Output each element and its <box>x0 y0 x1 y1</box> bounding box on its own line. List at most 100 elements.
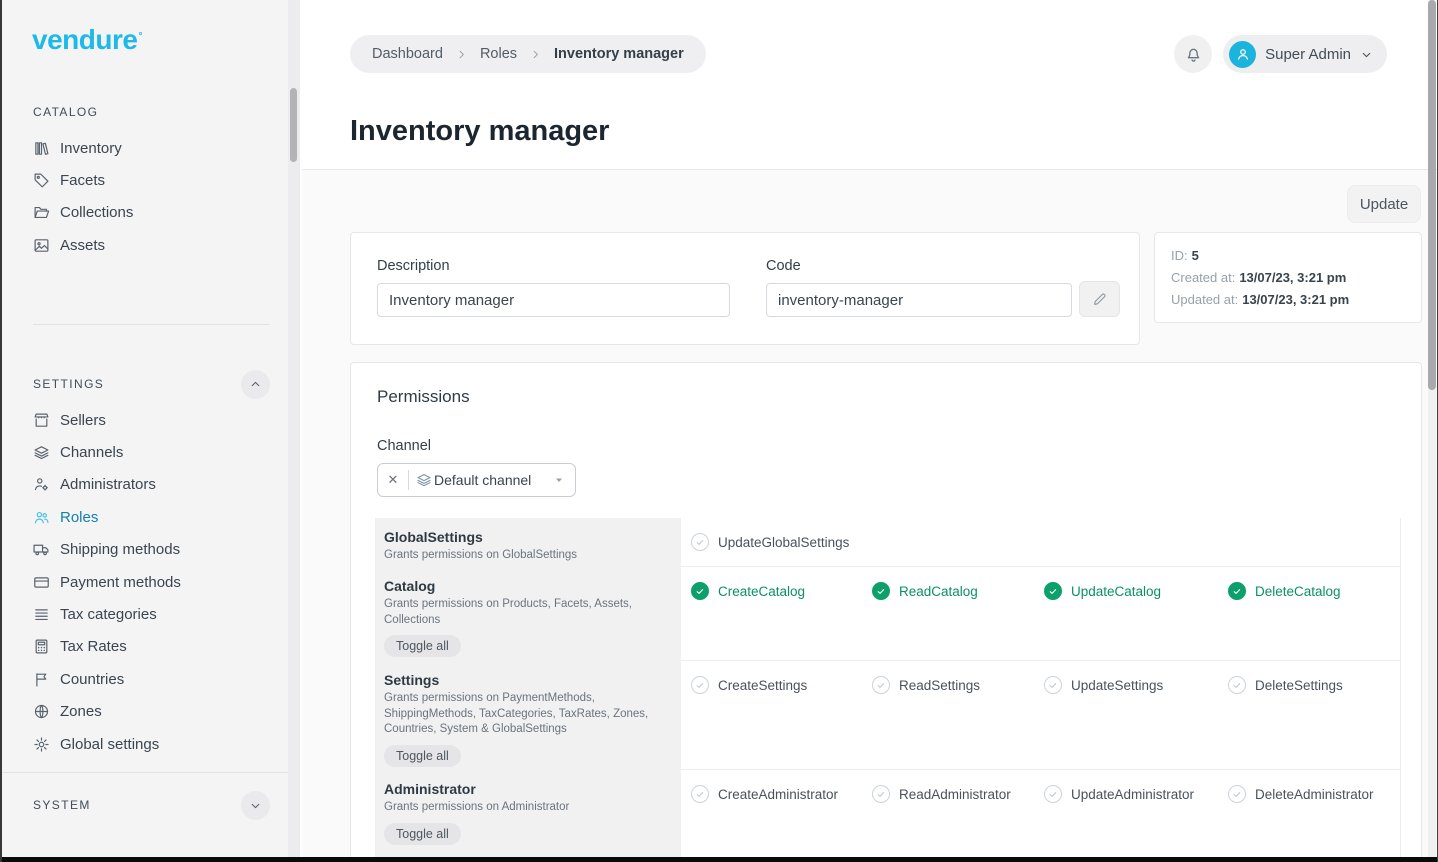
permission-updatecatalog[interactable]: UpdateCatalog <box>1044 581 1228 601</box>
sidebar-item-payment-methods[interactable]: Payment methods <box>2 566 288 598</box>
sidebar-item-shipping-methods[interactable]: Shipping methods <box>2 534 288 566</box>
sidebar-divider <box>2 772 300 773</box>
avatar <box>1229 41 1256 68</box>
sidebar-item-label: Zones <box>60 703 102 720</box>
vendure-logo[interactable]: vendure° <box>32 24 142 56</box>
channel-value: Default channel <box>434 472 531 488</box>
sidebar-item-administrators[interactable]: Administrators <box>2 469 288 501</box>
sidebar-item-inventory[interactable]: Inventory <box>2 132 288 164</box>
sidebar-item-tax-categories[interactable]: Tax categories <box>2 598 288 630</box>
permission-createcatalog[interactable]: CreateCatalog <box>691 581 872 601</box>
sidebar-item-collections[interactable]: Collections <box>2 197 288 229</box>
check-circle-icon <box>691 785 709 803</box>
edit-code-button[interactable] <box>1079 281 1120 317</box>
permission-updateadministrator[interactable]: UpdateAdministrator <box>1044 784 1228 804</box>
catalog-nav-list: Inventory Facets Collections Assets <box>2 132 288 262</box>
toggle-all-button[interactable]: Toggle all <box>384 635 461 657</box>
chevron-right-icon <box>456 49 467 60</box>
top-bar: Dashboard Roles Inventory manager Super … <box>302 0 1438 170</box>
sidebar-item-label: Tax Rates <box>60 638 127 655</box>
sidebar-scrollbar-thumb[interactable] <box>290 88 297 162</box>
permission-createsettings[interactable]: CreateSettings <box>691 675 872 695</box>
sidebar-item-label: Sellers <box>60 412 106 429</box>
tag-icon <box>33 172 50 189</box>
check-circle-icon <box>691 533 709 551</box>
permission-group-catalog: Catalog Grants permissions on Products, … <box>375 567 1400 661</box>
page-content: Update Description Code <box>302 170 1438 857</box>
sidebar-item-facets[interactable]: Facets <box>2 164 288 196</box>
permission-createadministrator[interactable]: CreateAdministrator <box>691 784 872 804</box>
permission-deletesettings[interactable]: DeleteSettings <box>1228 675 1400 695</box>
breadcrumb-roles[interactable]: Roles <box>480 46 517 62</box>
topbar-actions: Super Admin <box>1174 35 1387 73</box>
remove-channel-button[interactable]: ✕ <box>378 472 408 488</box>
sidebar-item-label: Shipping methods <box>60 541 180 558</box>
sidebar-item-assets[interactable]: Assets <box>2 229 288 261</box>
permission-group-administrator: Administrator Grants permissions on Admi… <box>375 770 1400 862</box>
check-circle-icon <box>691 582 709 600</box>
check-circle-icon <box>1228 582 1246 600</box>
user-menu-button[interactable]: Super Admin <box>1223 35 1387 73</box>
update-button[interactable]: Update <box>1347 185 1421 223</box>
flag-icon <box>33 671 50 688</box>
sidebar-item-label: Inventory <box>60 140 122 157</box>
code-input[interactable] <box>766 283 1072 317</box>
folder-icon <box>33 204 50 221</box>
sidebar-item-roles[interactable]: Roles <box>2 501 288 533</box>
breadcrumb-dashboard[interactable]: Dashboard <box>372 46 443 62</box>
system-expand-button[interactable] <box>241 791 270 820</box>
chevron-down-icon <box>1360 48 1373 61</box>
settings-collapse-button[interactable] <box>241 370 270 399</box>
sidebar-scrollbar[interactable] <box>288 0 300 857</box>
image-icon <box>33 237 50 254</box>
permissions-table: GlobalSettings Grants permissions on Glo… <box>375 518 1401 862</box>
truck-icon <box>33 541 50 558</box>
sidebar-item-zones[interactable]: Zones <box>2 696 288 728</box>
check-circle-icon <box>1228 785 1246 803</box>
check-circle-icon <box>1044 582 1062 600</box>
sidebar-item-tax-rates[interactable]: Tax Rates <box>2 631 288 663</box>
group-description: Grants permissions on Products, Facets, … <box>384 597 656 628</box>
entity-created-at: Created at:13/07/23, 3:21 pm <box>1171 267 1405 289</box>
role-details-card: Description Code <box>350 232 1140 345</box>
sidebar-item-global-settings[interactable]: Global settings <box>2 728 288 760</box>
channel-label: Channel <box>377 438 431 454</box>
layers-icon <box>416 472 432 488</box>
toggle-all-button[interactable]: Toggle all <box>384 745 461 767</box>
entity-updated-at: Updated at:13/07/23, 3:21 pm <box>1171 289 1405 311</box>
library-icon <box>33 140 50 157</box>
sidebar-item-countries[interactable]: Countries <box>2 663 288 695</box>
permission-deleteadministrator[interactable]: DeleteAdministrator <box>1228 784 1400 804</box>
sidebar-item-label: Tax categories <box>60 606 157 623</box>
permission-updatesettings[interactable]: UpdateSettings <box>1044 675 1228 695</box>
page-scrollbar-thumb[interactable] <box>1428 0 1436 390</box>
group-name: GlobalSettings <box>384 529 671 545</box>
description-input[interactable] <box>377 283 730 317</box>
permission-readadministrator[interactable]: ReadAdministrator <box>872 784 1044 804</box>
entity-id: ID:5 <box>1171 245 1405 267</box>
sidebar-item-sellers[interactable]: Sellers <box>2 404 288 436</box>
caret-down-icon[interactable] <box>553 474 565 486</box>
sidebar-section-settings: SETTINGS <box>33 377 104 391</box>
main-area: Dashboard Roles Inventory manager Super … <box>302 0 1438 857</box>
app-window: vendure° CATALOG Inventory Facets Collec… <box>0 0 1438 862</box>
permission-deletecatalog[interactable]: DeleteCatalog <box>1228 581 1400 601</box>
check-circle-icon <box>872 582 890 600</box>
channel-select[interactable]: ✕ Default channel <box>377 463 576 497</box>
permission-updateglobalsettings[interactable]: UpdateGlobalSettings <box>691 532 872 552</box>
sidebar-item-channels[interactable]: Channels <box>2 436 288 468</box>
layers-icon <box>33 444 50 461</box>
sidebar-item-label: Administrators <box>60 476 156 493</box>
toggle-all-button[interactable]: Toggle all <box>384 823 461 845</box>
bell-icon <box>1184 45 1203 64</box>
group-description: Grants permissions on GlobalSettings <box>384 548 656 564</box>
sidebar-section-catalog: CATALOG <box>33 105 98 119</box>
notifications-button[interactable] <box>1174 35 1212 73</box>
breadcrumb: Dashboard Roles Inventory manager <box>350 35 706 73</box>
group-name: Catalog <box>384 578 671 594</box>
check-circle-icon <box>1044 785 1062 803</box>
permission-readsettings[interactable]: ReadSettings <box>872 675 1044 695</box>
sidebar-item-label: Payment methods <box>60 574 181 591</box>
page-scrollbar[interactable] <box>1428 0 1436 857</box>
permission-readcatalog[interactable]: ReadCatalog <box>872 581 1044 601</box>
